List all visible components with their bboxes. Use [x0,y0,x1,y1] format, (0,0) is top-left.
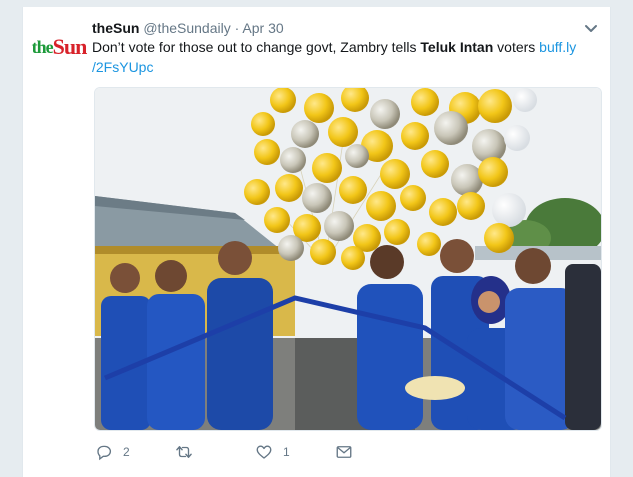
mail-icon [336,446,352,458]
tweet-header: theSun @theSundaily · Apr 30 [92,18,598,38]
reply-count: 2 [123,445,130,459]
retweet-button[interactable] [175,442,203,462]
reply-button[interactable]: 2 [95,442,130,462]
reply-icon [97,445,112,461]
dm-button[interactable] [335,442,353,462]
tweet-card[interactable]: the Sun theSun @theSundaily · Apr 30 Don’… [22,7,611,477]
tweet-text-part2: voters [493,39,540,55]
author-handle[interactable]: @theSundaily [143,20,230,36]
tweet-actions: 2 1 [95,442,495,464]
like-count: 1 [283,445,290,459]
tweet-photo[interactable] [94,87,602,431]
avatar-logo-the: the [31,36,54,57]
tweet-text-part1: Don’t vote for those out to change govt,… [92,39,421,55]
tweet-date[interactable]: Apr 30 [242,20,283,36]
like-button[interactable]: 1 [255,442,290,462]
separator-dot: · [234,20,240,36]
avatar-logo-sun: Sun [52,34,88,59]
chevron-down-icon[interactable] [584,18,598,38]
tweet-text-bold: Teluk Intan [420,39,494,55]
tweet-link-line2[interactable]: /2FsYUpc [92,59,153,75]
like-icon [256,445,272,459]
tweet-text: Don’t vote for those out to change govt,… [92,37,597,77]
retweet-icon [176,446,192,458]
author-name[interactable]: theSun [92,20,139,36]
tweet-link-line1[interactable]: buff.ly [539,39,576,55]
avatar[interactable]: the Sun [31,31,88,63]
